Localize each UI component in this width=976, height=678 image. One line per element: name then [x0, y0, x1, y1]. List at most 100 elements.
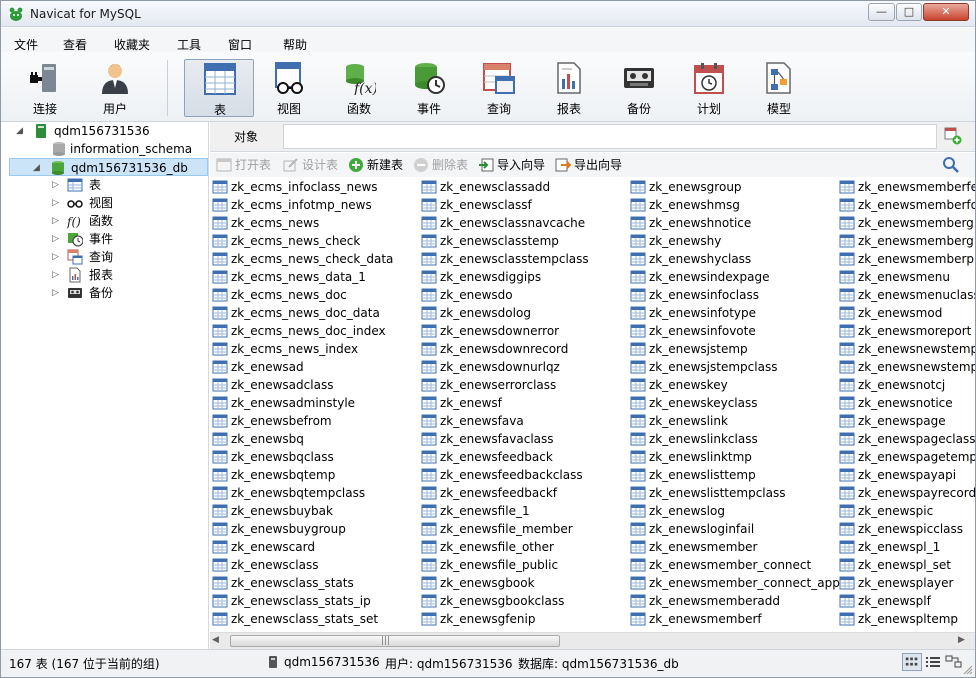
table-list-item[interactable]: zk_enewsmod: [839, 304, 975, 322]
table-list-item[interactable]: zk_enewsbuybak: [212, 502, 418, 520]
table-list-item[interactable]: zk_enewslinktmp: [630, 448, 836, 466]
table-list-item[interactable]: zk_enewsmemberfe: [839, 178, 975, 196]
table-object-list[interactable]: zk_ecms_infoclass_news zk_ecms_infotmp_ne…: [210, 177, 975, 632]
tree-item-events[interactable]: ▷ 事件: [1, 230, 208, 248]
table-list-item[interactable]: zk_enewsclass_stats_set: [212, 610, 418, 628]
table-list-item[interactable]: zk_enewsgbookclass: [421, 592, 627, 610]
toolbar-backup-button[interactable]: 备份: [607, 59, 671, 117]
toolbar-function-button[interactable]: f(x) 函数: [327, 59, 391, 117]
table-list-item[interactable]: zk_enewsjstempclass: [630, 358, 836, 376]
table-list-item[interactable]: zk_enewsclass: [212, 556, 418, 574]
table-list-item[interactable]: zk_enewsmenuclass: [839, 286, 975, 304]
table-list-item[interactable]: zk_enewsmemberg: [839, 214, 975, 232]
tree-item-queries[interactable]: ▷ 查询: [1, 248, 208, 266]
table-list-item[interactable]: zk_enewsdownrecord: [421, 340, 627, 358]
table-list-item[interactable]: zk_enewsclass_stats_ip: [212, 592, 418, 610]
expand-arrow-icon[interactable]: ▷: [52, 230, 59, 248]
expand-arrow-icon[interactable]: ▷: [52, 284, 59, 302]
tree-item-tables[interactable]: ▷ 表: [1, 176, 208, 194]
table-list-item[interactable]: zk_ecms_news_check: [212, 232, 418, 250]
table-list-item[interactable]: zk_enewshmsg: [630, 196, 836, 214]
menu-favorites[interactable]: 收藏夹: [114, 36, 150, 53]
er-diagram-view-icon[interactable]: [944, 653, 964, 671]
table-list-item[interactable]: zk_enewspl_set: [839, 556, 975, 574]
table-list-item[interactable]: zk_enewsfile_member: [421, 520, 627, 538]
toolbar-view-button[interactable]: 视图: [257, 59, 321, 117]
table-list-item[interactable]: zk_enewsdolog: [421, 304, 627, 322]
table-list-item[interactable]: zk_enewsgroup: [630, 178, 836, 196]
table-list-item[interactable]: zk_ecms_news_data_1: [212, 268, 418, 286]
table-list-item[interactable]: zk_enewsmenu: [839, 268, 975, 286]
table-list-item[interactable]: zk_enewsfile_public: [421, 556, 627, 574]
table-list-item[interactable]: zk_enewsbqclass: [212, 448, 418, 466]
table-list-item[interactable]: zk_enewsindexpage: [630, 268, 836, 286]
tab-objects[interactable]: 对象: [210, 124, 282, 150]
table-list-item[interactable]: zk_enewsinfoclass: [630, 286, 836, 304]
table-list-item[interactable]: zk_enewsfile_other: [421, 538, 627, 556]
table-list-item[interactable]: zk_enewspl_1: [839, 538, 975, 556]
expand-arrow-icon[interactable]: ▷: [52, 266, 59, 284]
table-list-item[interactable]: zk_ecms_news_index: [212, 340, 418, 358]
table-list-item[interactable]: zk_enewshnotice: [630, 214, 836, 232]
table-list-item[interactable]: zk_enewspltemp: [839, 610, 975, 628]
table-list-item[interactable]: zk_enewsdownerror: [421, 322, 627, 340]
table-list-item[interactable]: zk_enewserrorclass: [421, 376, 627, 394]
table-list-item[interactable]: zk_enewslisttempclass: [630, 484, 836, 502]
table-list-item[interactable]: zk_enewsbqtempclass: [212, 484, 418, 502]
table-list-item[interactable]: zk_enewsbqtemp: [212, 466, 418, 484]
new-table-button[interactable]: 新建表: [348, 156, 410, 174]
expand-arrow-icon[interactable]: ▷: [52, 194, 59, 212]
collapse-arrow-icon[interactable]: ◢: [33, 159, 40, 177]
detail-view-icon[interactable]: [923, 653, 943, 671]
tree-item-backups[interactable]: ▷ 备份: [1, 284, 208, 302]
table-list-item[interactable]: zk_enewsclassf: [421, 196, 627, 214]
table-list-item[interactable]: zk_enewskey: [630, 376, 836, 394]
new-tab-icon[interactable]: [944, 127, 962, 145]
collapse-arrow-icon[interactable]: ◢: [16, 122, 23, 140]
toolbar-schedule-button[interactable]: 计划: [677, 59, 741, 117]
tree-item-reports[interactable]: ▷ 报表: [1, 266, 208, 284]
table-list-item[interactable]: zk_enewsbuygroup: [212, 520, 418, 538]
table-list-item[interactable]: zk_ecms_news_check_data: [212, 250, 418, 268]
menu-help[interactable]: 帮助: [283, 36, 307, 53]
table-list-item[interactable]: zk_enewspic: [839, 502, 975, 520]
toolbar-query-button[interactable]: 查询: [467, 59, 531, 117]
scroll-left-arrow-icon[interactable]: ◀: [212, 635, 219, 645]
tree-db-information-schema[interactable]: information_schema: [1, 140, 208, 158]
scroll-right-arrow-icon[interactable]: ▶: [958, 635, 965, 645]
search-icon[interactable]: [942, 156, 960, 174]
table-list-item[interactable]: zk_enewspayapi: [839, 466, 975, 484]
open-table-button[interactable]: 打开表: [216, 156, 278, 174]
tree-item-functions[interactable]: ▷ f() 函数: [1, 212, 208, 230]
table-list-item[interactable]: zk_enewsfava: [421, 412, 627, 430]
table-list-item[interactable]: zk_enewsloginfail: [630, 520, 836, 538]
table-list-item[interactable]: zk_enewslink: [630, 412, 836, 430]
import-wizard-button[interactable]: 导入向导: [478, 156, 552, 174]
table-list-item[interactable]: zk_enewsnewstemp: [839, 358, 975, 376]
toolbar-table-button[interactable]: 表: [184, 59, 254, 117]
maximize-button[interactable]: □: [896, 3, 922, 21]
table-list-item[interactable]: zk_enewsplf: [839, 592, 975, 610]
table-list-item[interactable]: zk_enewsfeedbackf: [421, 484, 627, 502]
table-list-item[interactable]: zk_enewsnotice: [839, 394, 975, 412]
table-list-item[interactable]: zk_enewsmemberadd: [630, 592, 836, 610]
table-list-item[interactable]: zk_enewslinkclass: [630, 430, 836, 448]
menu-file[interactable]: 文件: [14, 36, 38, 53]
design-table-button[interactable]: 设计表: [283, 156, 345, 174]
table-list-item[interactable]: zk_enewsf: [421, 394, 627, 412]
menu-view[interactable]: 查看: [63, 36, 87, 53]
menu-window[interactable]: 窗口: [228, 36, 252, 53]
table-list-item[interactable]: zk_enewsadclass: [212, 376, 418, 394]
table-list-item[interactable]: zk_enewsclasstempclass: [421, 250, 627, 268]
table-list-item[interactable]: zk_ecms_news_doc: [212, 286, 418, 304]
table-list-item[interactable]: zk_enewsmember_connect_app: [630, 574, 840, 592]
table-list-item[interactable]: zk_ecms_infotmp_news: [212, 196, 418, 214]
table-list-item[interactable]: zk_enewsplayer: [839, 574, 975, 592]
table-list-item[interactable]: zk_enewspicclass: [839, 520, 975, 538]
table-list-item[interactable]: zk_enewsclass_stats: [212, 574, 418, 592]
table-list-item[interactable]: zk_enewsmemberfo: [839, 196, 975, 214]
table-list-item[interactable]: zk_enewscard: [212, 538, 418, 556]
delete-table-button[interactable]: 删除表: [413, 156, 475, 174]
table-list-item[interactable]: zk_enewsclassadd: [421, 178, 627, 196]
menu-tools[interactable]: 工具: [177, 36, 201, 53]
